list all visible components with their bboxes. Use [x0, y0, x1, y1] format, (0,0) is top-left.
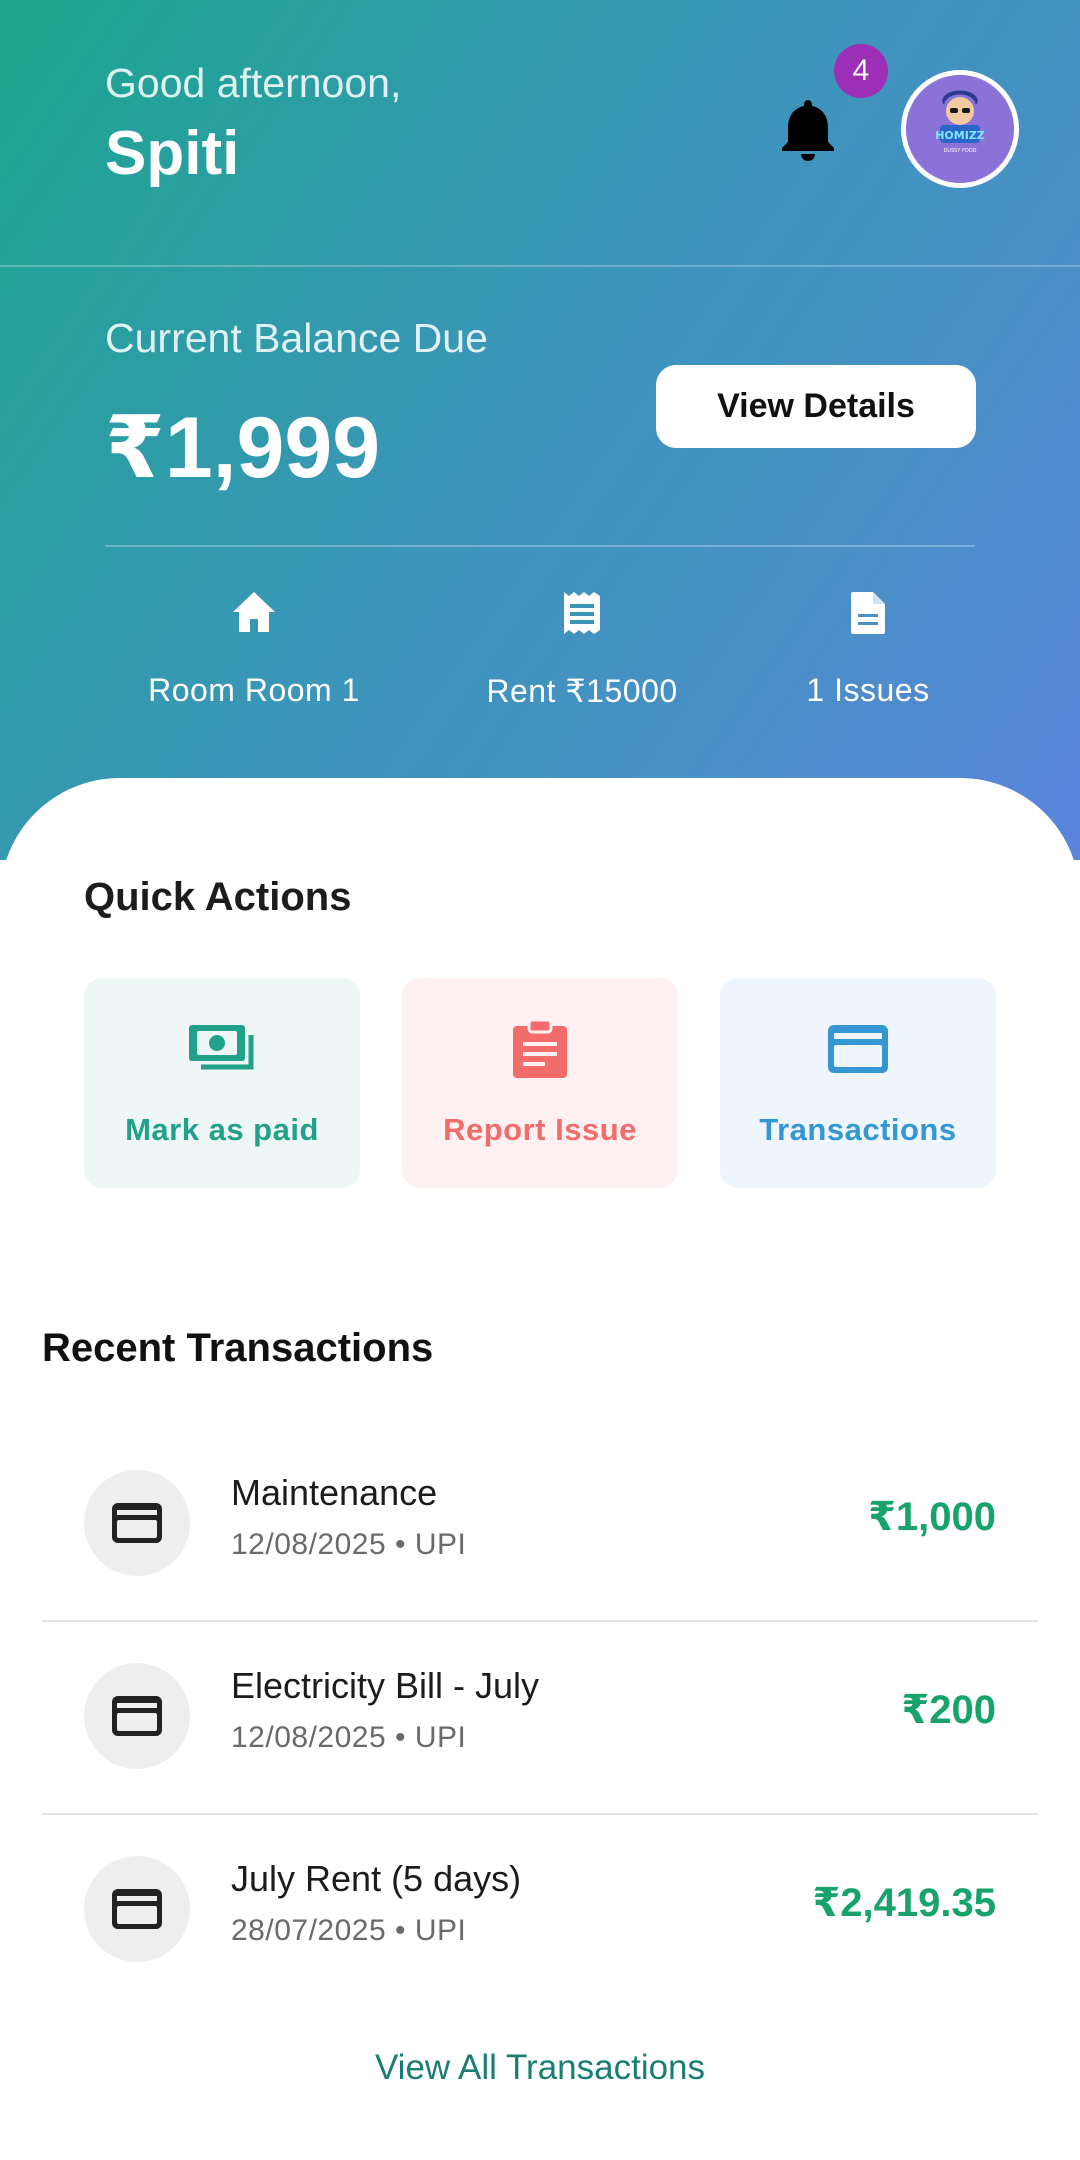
credit-card-icon	[826, 1018, 890, 1080]
view-all-transactions-link[interactable]: View All Transactions	[0, 2048, 1080, 2088]
hero-header: Good afternoon, Spiti 4 HOMIZZ DUSSY FOO…	[0, 0, 1080, 860]
bell-icon[interactable]	[780, 96, 836, 162]
transaction-row[interactable]: July Rent (5 days) 28/07/2025 • UPI ₹2,4…	[42, 1806, 1038, 1999]
receipt-icon	[432, 590, 732, 642]
document-icon	[718, 590, 1018, 642]
transactions-label: Transactions	[759, 1112, 957, 1147]
clipboard-icon	[511, 1018, 569, 1080]
credit-card-icon	[84, 1856, 190, 1962]
transaction-row[interactable]: Maintenance 12/08/2025 • UPI ₹1,000	[42, 1420, 1038, 1613]
balance-amount: ₹1,999	[105, 400, 381, 496]
transaction-meta: 12/08/2025 • UPI	[231, 1528, 467, 1561]
stat-rent-label: Rent ₹15000	[486, 673, 678, 709]
balance-label: Current Balance Due	[105, 315, 488, 361]
transactions-button[interactable]: Transactions	[720, 978, 996, 1188]
transaction-title: July Rent (5 days)	[231, 1858, 522, 1899]
stat-issues-label: 1 Issues	[806, 672, 930, 708]
report-issue-button[interactable]: Report Issue	[402, 978, 678, 1188]
notification-badge[interactable]: 4	[834, 44, 888, 98]
header-divider	[0, 265, 1080, 267]
transaction-title: Maintenance	[231, 1472, 438, 1513]
stat-room: Room Room 1	[104, 590, 404, 709]
quick-actions-title: Quick Actions	[84, 875, 352, 919]
avatar[interactable]: HOMIZZ DUSSY FOOD	[901, 70, 1019, 188]
stat-room-label: Room Room 1	[148, 672, 360, 708]
recent-transactions-title: Recent Transactions	[42, 1326, 434, 1370]
transaction-meta: 28/07/2025 • UPI	[231, 1914, 467, 1947]
avatar-text: HOMIZZ	[935, 129, 985, 142]
stats-divider	[105, 545, 975, 547]
mark-as-paid-button[interactable]: Mark as paid	[84, 978, 360, 1188]
transaction-amount: ₹2,419.35	[812, 1881, 996, 1925]
greeting-text: Good afternoon,	[105, 60, 402, 106]
mark-as-paid-label: Mark as paid	[125, 1112, 319, 1147]
user-name: Spiti	[105, 119, 240, 188]
view-details-button[interactable]: View Details	[656, 365, 976, 448]
credit-card-icon	[84, 1470, 190, 1576]
transaction-title: Electricity Bill - July	[231, 1665, 540, 1706]
home-icon	[104, 590, 404, 642]
credit-card-icon	[84, 1663, 190, 1769]
transaction-amount: ₹1,000	[868, 1495, 996, 1539]
report-issue-label: Report Issue	[443, 1112, 637, 1147]
avatar-subtext: DUSSY FOOD	[943, 148, 976, 154]
stat-issues: 1 Issues	[718, 590, 1018, 709]
transaction-amount: ₹200	[901, 1688, 996, 1732]
transaction-meta: 12/08/2025 • UPI	[231, 1721, 467, 1754]
cash-icon	[187, 1018, 257, 1080]
transaction-row[interactable]: Electricity Bill - July 12/08/2025 • UPI…	[42, 1613, 1038, 1806]
stat-rent: Rent ₹15000	[432, 590, 732, 710]
